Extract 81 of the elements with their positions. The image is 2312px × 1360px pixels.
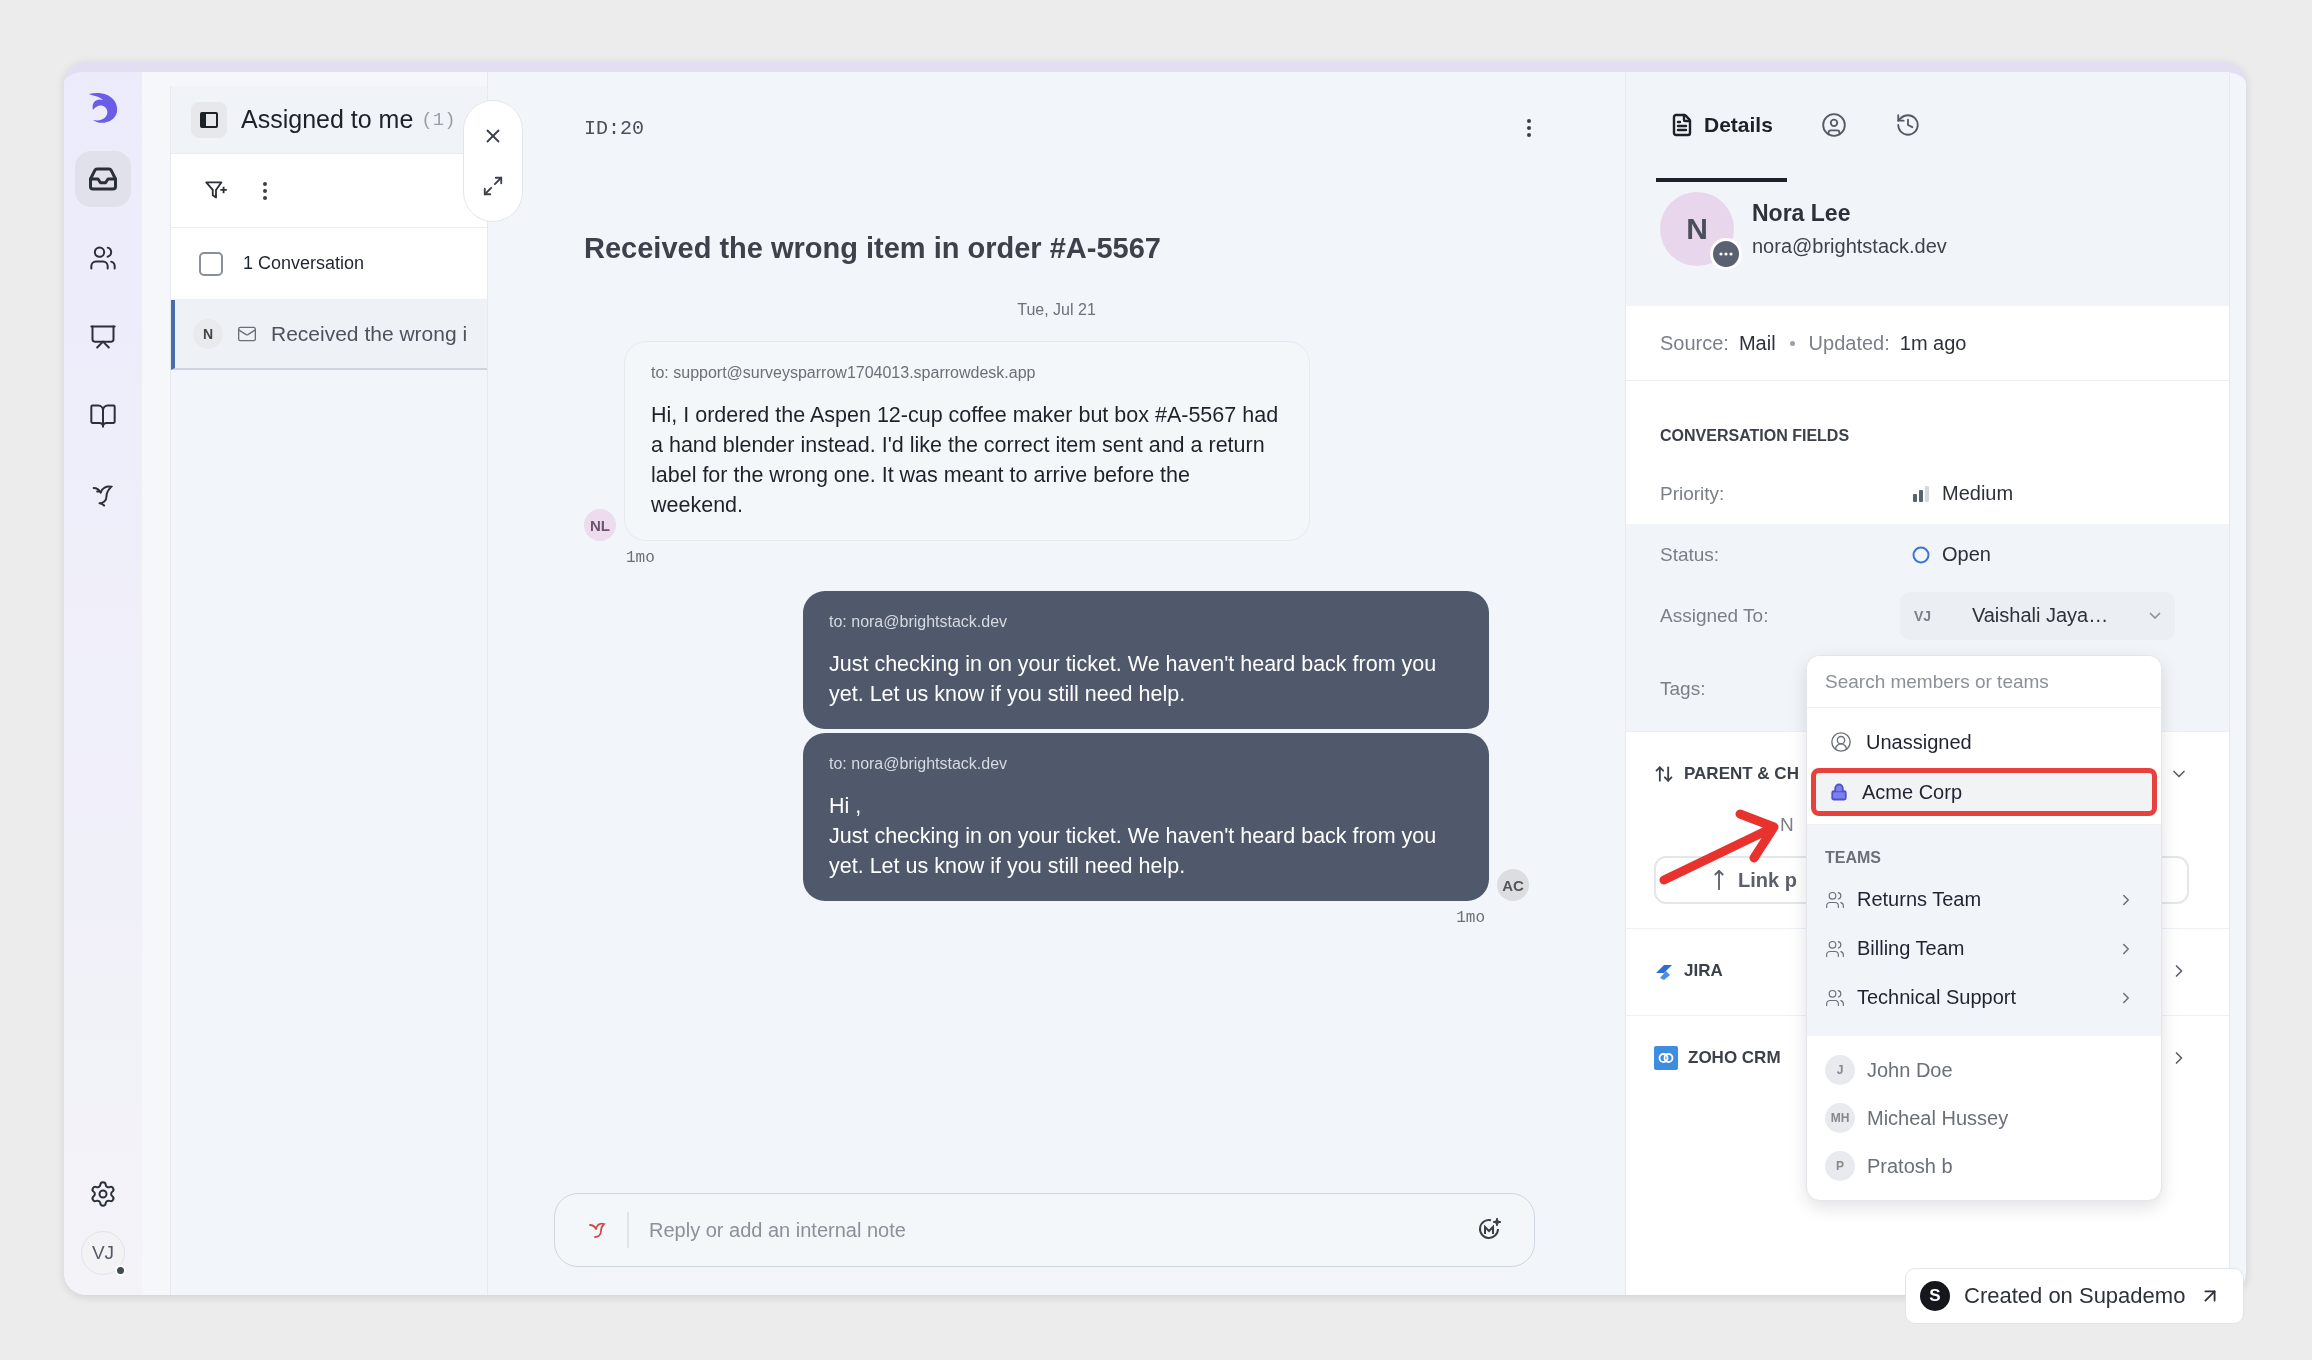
more-icon [1527,119,1531,137]
member-search-field[interactable]: Search members or teams [1807,656,2161,708]
user-avatar[interactable]: VJ [81,1231,125,1275]
message-text: Hi , [829,793,863,820]
users-icon [89,244,117,272]
section-title: ZOHO CRM [1688,1048,1781,1068]
view-count: (1) [421,108,456,131]
team-option[interactable]: Returns Team [1807,875,2161,924]
profile-icon [1820,112,1847,138]
sender-avatar: NL [584,509,616,541]
presence-dot [115,1265,126,1276]
select-all-checkbox[interactable] [199,251,223,276]
chart-board-icon [89,323,117,351]
chat-badge-icon [1710,238,1742,270]
member-avatar: J [1825,1055,1855,1085]
section-heading: CONVERSATION FIELDS [1659,426,1851,446]
assignee-option[interactable]: Acme Corp [1811,768,2157,816]
reply-field[interactable]: Reply or add an internal note [647,1217,1458,1243]
member-option[interactable]: MH Micheal Hussey [1807,1094,2161,1142]
zoho-logo-icon [1654,1046,1678,1070]
conversation-id: ID:20 [584,116,644,140]
recipient-line: to: support@surveysparrow1704013.sparrowdesk.app [651,364,1037,382]
member-option[interactable]: J John Doe [1807,1046,2161,1094]
book-icon [89,402,117,430]
field-label: Priority: [1660,482,1725,505]
date-separator: Tue, Jul 21 [1017,301,1096,319]
recipient-line: to: nora@brightstack.dev [829,755,1009,773]
source-label: Source: [1660,331,1729,355]
sidebar-toggle[interactable] [191,101,227,138]
priority-value[interactable]: Medium [1900,482,2014,505]
team-option[interactable]: Billing Team [1807,924,2161,973]
mail-icon [237,324,257,344]
empty-text: N [1780,814,1794,835]
arrows-icon [1654,764,1674,784]
member-avatar: P [1825,1151,1855,1181]
message-time: 1mo [1456,909,1485,927]
history-icon [1894,112,1921,138]
brand-logo: S [1920,1281,1950,1311]
team-option[interactable]: Technical Support [1807,973,2161,1022]
field-label: Tags: [1660,677,1706,700]
contact-email: nora@brightstack.dev [1752,235,1947,258]
teams-heading: TEAMS [1824,848,1882,868]
field-label: Status: [1660,543,1720,566]
chevron-down-icon [2149,612,2161,619]
contact-avatar: N [193,319,223,349]
field-label: Assigned To: [1660,604,1769,627]
document-icon [1670,113,1694,137]
updated-value: 1m ago [1899,331,1967,355]
team-icon [1825,889,1845,910]
member-avatar: MH [1825,1103,1855,1133]
team-icon [1825,987,1845,1008]
source-value: Mail [1738,331,1776,355]
open-status-icon [1912,545,1930,564]
assignee-dropdown[interactable]: VJ Vaishali Jaya… [1900,591,2175,640]
updated-label: Updated: [1808,331,1890,355]
conversation-count: 1 Conversation [243,253,365,274]
message-text: Just checking in on your ticket. We haven't heard back from you yet. Let us know if you still need help. [829,823,1438,880]
assignee-option[interactable]: Unassigned [1811,718,2157,766]
member-option[interactable]: P Pratosh b [1807,1142,2161,1190]
message-text: Just checking in on your ticket. We haven't heard back from you yet. Let us know if you still need help. [829,651,1438,708]
view-title: Assigned to me [241,105,414,134]
panel-icon [199,110,219,129]
message-time: 1mo [626,549,655,567]
more-icon [263,181,267,200]
recipient-line: to: nora@brightstack.dev [829,613,1009,631]
contact-name: Nora Lee [1752,200,1852,227]
team-icon [1825,938,1845,959]
reply-box[interactable]: Reply or add an internal note [554,1193,1535,1267]
message-text: Hi, I ordered the Aspen 12-cup coffee maker but box #A-5567 had a hand blender instead. I'd like the correct item sent and a return label for the wrong one. It was meant to arrive before the weekend. [651,402,1280,519]
sender-avatar: AC [1497,869,1529,901]
supademo-badge[interactable]: S Created on Supademo [1905,1268,2245,1324]
section-title: JIRA [1684,961,1723,981]
conversation-title: Received the wrong item in order #A-5567 [584,232,1162,265]
nav-button[interactable] [75,151,131,207]
section-title: PARENT & CH [1684,764,1799,784]
conversation-item[interactable]: N Received the wrong i [171,300,487,370]
settings-icon[interactable] [89,1180,117,1208]
priority-bars-icon [1912,485,1930,502]
expand-icon [482,175,504,197]
lock-icon [1830,783,1848,801]
status-value[interactable]: Open [1900,543,1991,566]
